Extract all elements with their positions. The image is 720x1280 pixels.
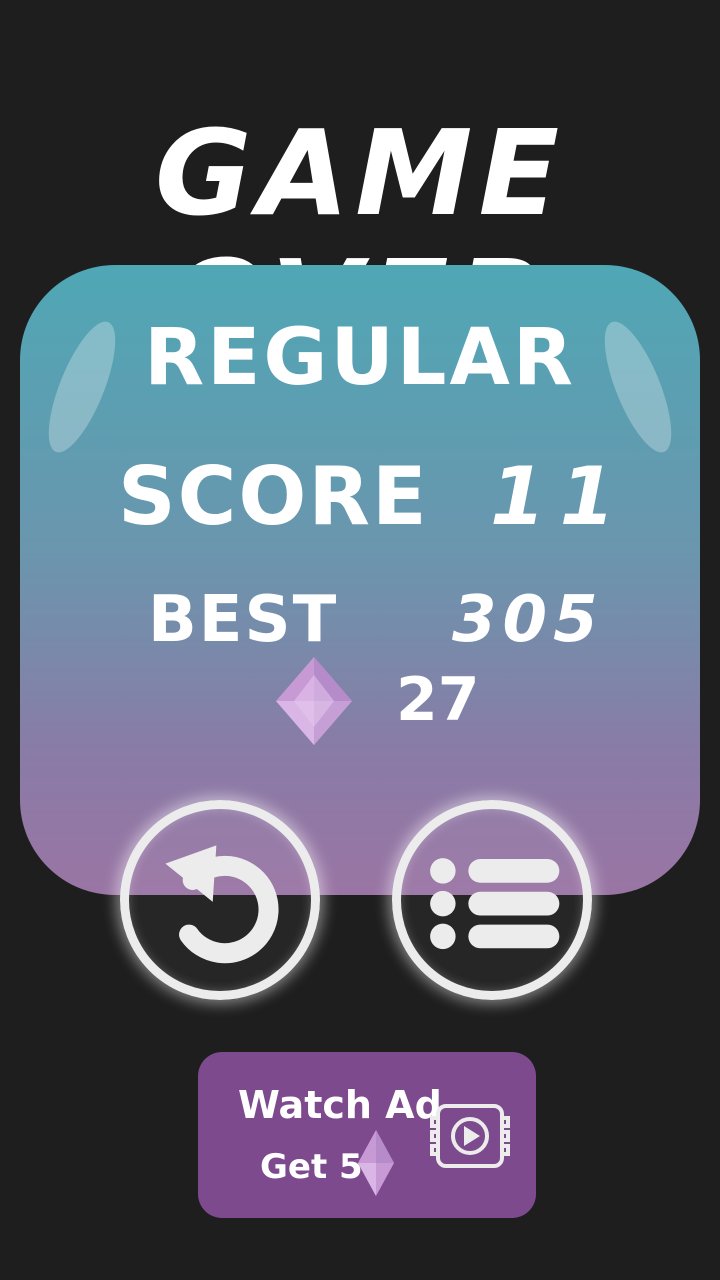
restart-icon: [165, 845, 279, 964]
gem-icon: [358, 1130, 394, 1196]
menu-button[interactable]: [392, 800, 592, 1000]
score-value: 11: [490, 450, 630, 543]
restart-button[interactable]: [120, 800, 320, 1000]
reward-label: Get 5: [260, 1147, 363, 1187]
watch-ad-label: Watch Ad: [238, 1083, 442, 1127]
results-panel: REGULAR SCORE 11 BEST 305 27: [20, 265, 700, 895]
gem-count: 27: [396, 665, 480, 735]
score-label: SCORE: [118, 450, 429, 543]
best-value: 305: [452, 583, 604, 657]
list-menu-icon: [430, 858, 560, 950]
best-label: BEST: [148, 583, 339, 657]
watch-ad-button[interactable]: Watch Ad Get 5: [198, 1052, 536, 1218]
gem-icon: [276, 657, 352, 745]
video-play-icon: [430, 1104, 510, 1168]
game-mode-label: REGULAR: [144, 313, 576, 403]
